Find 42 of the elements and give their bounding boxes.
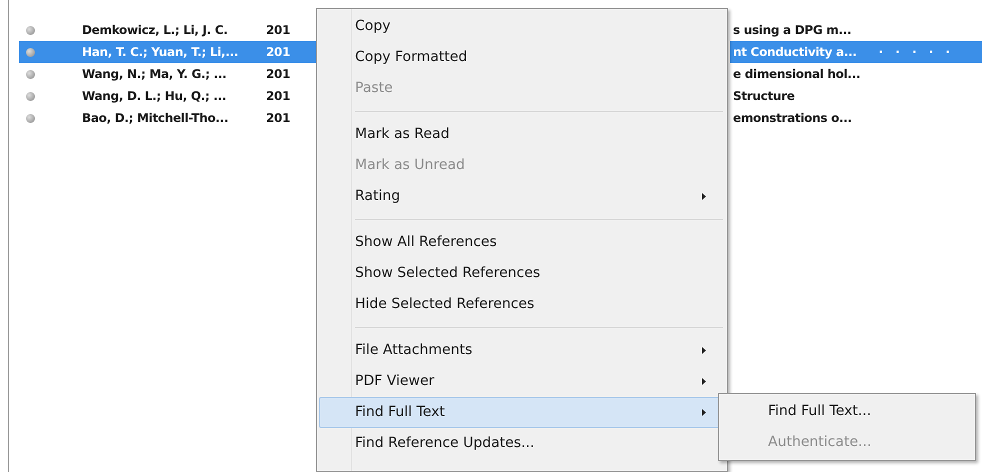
author-cell-text: Wang, D. L.; Hu, Q.; ... [82, 88, 228, 105]
reference-row[interactable]: Wang, N.; Ma, Y. G.; ... 201 [19, 63, 317, 85]
menu-item[interactable]: Show All References [319, 227, 725, 258]
read-status-icon [26, 48, 35, 56]
title-cell-text: s using a DPG m... [733, 22, 852, 39]
reference-row[interactable]: e dimensional hol... [730, 63, 982, 85]
read-status-icon [26, 26, 35, 34]
title-cell-text: Structure [733, 88, 795, 105]
rating-dots: · · · · · [878, 44, 954, 61]
menu-item[interactable]: Mark as Read [319, 119, 725, 150]
year-cell-text: 201 [266, 66, 292, 83]
read-status-icon [26, 92, 35, 100]
reference-row[interactable]: Wang, D. L.; Hu, Q.; ... 201 [19, 85, 317, 107]
menu-item[interactable]: Copy Formatted [319, 42, 725, 73]
year-cell-text: 201 [266, 22, 292, 39]
title-cell-text: emonstrations o... [733, 110, 852, 127]
reference-row[interactable]: emonstrations o... [730, 107, 982, 129]
title-cell-text: e dimensional hol... [733, 66, 860, 83]
submenu-arrow-icon [702, 347, 706, 354]
year-cell-text: 201 [266, 88, 292, 105]
reference-row[interactable]: s using a DPG m... [730, 19, 982, 41]
menu-item[interactable]: Hide Selected References [319, 289, 725, 320]
menu-item[interactable]: Rating [319, 181, 725, 212]
submenu-arrow-icon [702, 378, 706, 385]
read-status-icon [26, 70, 35, 78]
author-cell-text: Demkowicz, L.; Li, J. C. [82, 22, 229, 39]
menu-item[interactable]: Copy [319, 11, 725, 42]
year-cell-text: 201 [266, 110, 292, 127]
submenu-arrow-icon [702, 409, 706, 416]
read-status-icon [26, 114, 35, 122]
submenu-arrow-icon [702, 193, 706, 200]
reference-row[interactable]: Bao, D.; Mitchell-Tho... 201 [19, 107, 317, 129]
title-cell-text: nt Conductivity a... [733, 44, 857, 61]
menu-item[interactable]: File Attachments [319, 335, 725, 366]
menu-item[interactable]: PDF Viewer [319, 366, 725, 397]
reference-row[interactable]: Demkowicz, L.; Li, J. C. 201 [19, 19, 317, 41]
author-cell-text: Bao, D.; Mitchell-Tho... [82, 110, 230, 127]
year-cell-text: 201 [266, 44, 292, 61]
author-cell-text: Wang, N.; Ma, Y. G.; ... [82, 66, 228, 83]
menu-item[interactable]: Show Selected References [319, 258, 725, 289]
reference-row[interactable]: Structure [730, 85, 982, 107]
author-cell-text: Han, T. C.; Yuan, T.; Li,... [82, 44, 240, 61]
